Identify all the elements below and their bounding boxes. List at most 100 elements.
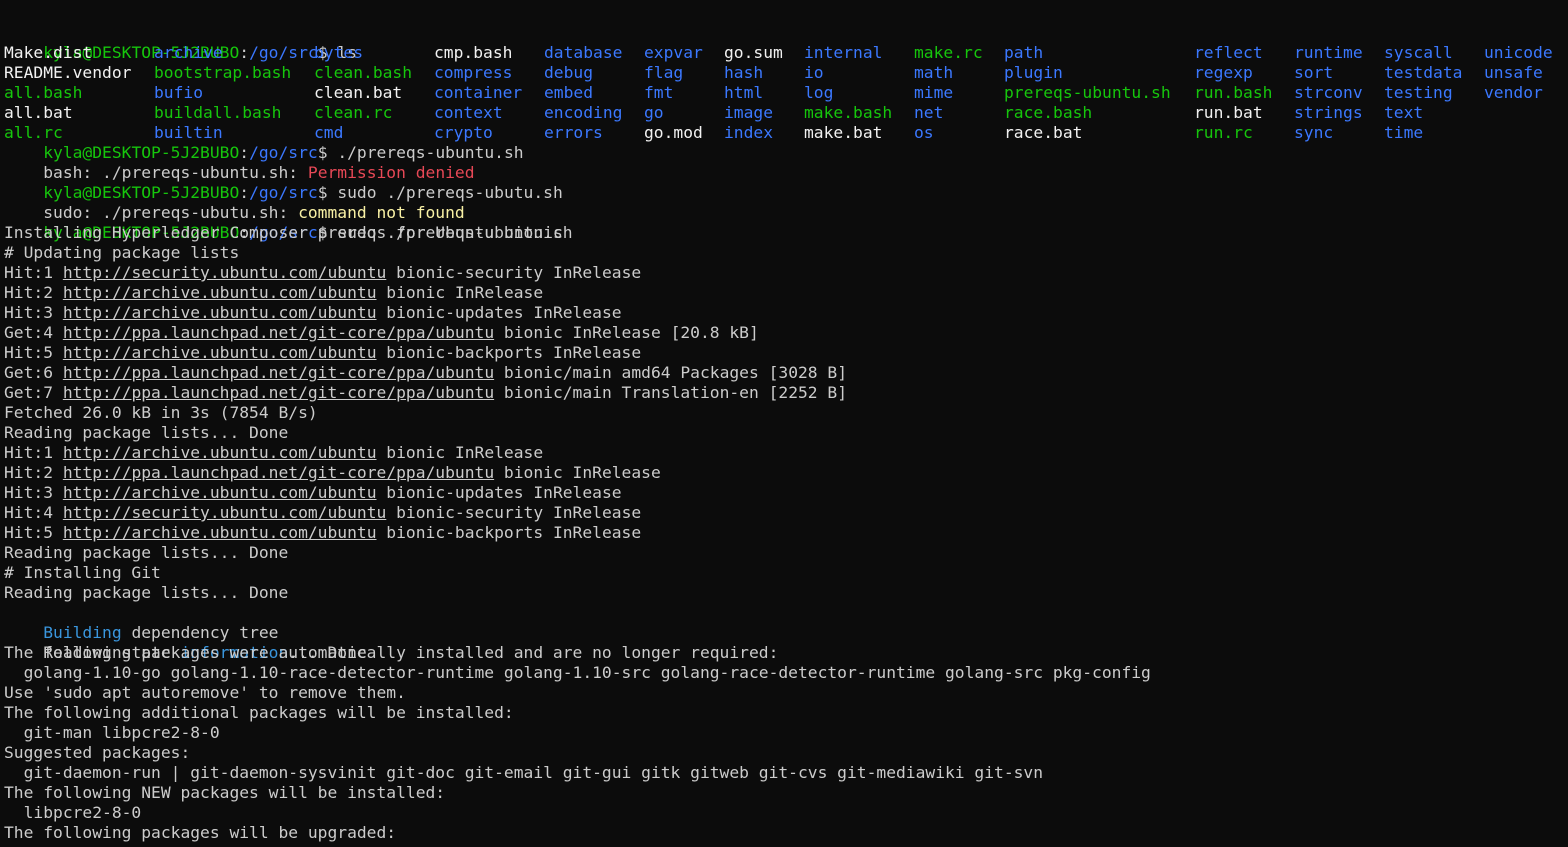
apt-status: Get:4: [4, 323, 63, 342]
ls-entry: prereqs-ubuntu.sh: [1004, 83, 1171, 102]
ls-entry: io: [804, 63, 824, 82]
ls-entry: testing: [1384, 83, 1453, 102]
apt-status: Hit:2: [4, 463, 63, 482]
ls-entry: cmp.bash: [434, 43, 513, 62]
ls-entry: reflect: [1194, 43, 1263, 62]
ls-entry: context: [434, 103, 503, 122]
apt-status: Get:7: [4, 383, 63, 402]
ls-entry: math: [914, 63, 954, 82]
apt-status: Hit:4: [4, 503, 63, 522]
ls-entry: embed: [544, 83, 594, 102]
repo-url-link[interactable]: http://archive.ubuntu.com/ubuntu: [63, 443, 377, 462]
repo-url-link[interactable]: http://archive.ubuntu.com/ubuntu: [63, 303, 377, 322]
repo-url-link[interactable]: http://ppa.launchpad.net/git-core/ppa/ub…: [63, 383, 494, 402]
output-line: The following packages will be upgraded:: [4, 823, 397, 842]
ls-entry: bootstrap.bash: [154, 63, 292, 82]
ls-entry: clean.bat: [314, 83, 403, 102]
ls-entry: syscall: [1384, 43, 1453, 62]
apt-detail: bionic InRelease: [376, 283, 544, 302]
prompt-line: kyla@DESKTOP-5J2BUBO:/go/src$ ./prereqs-…: [4, 123, 523, 162]
ls-entry: all.bat: [4, 103, 73, 122]
ls-entry: text: [1384, 103, 1424, 122]
apt-detail: bionic/main amd64 Packages [3028 B]: [494, 363, 848, 382]
output-line: Building dependency tree: [4, 603, 278, 642]
ls-entry: go.sum: [724, 43, 783, 62]
apt-line: Hit:1 http://security.ubuntu.com/ubuntu …: [4, 263, 641, 283]
ls-entry: go: [644, 103, 664, 122]
ls-entry: make.rc: [914, 43, 983, 62]
ls-entry: race.bash: [1004, 103, 1093, 122]
apt-detail: bionic InRelease [20.8 kB]: [494, 323, 759, 342]
ls-entry: encoding: [544, 103, 623, 122]
ls-entry: regexp: [1194, 63, 1253, 82]
prompt-line: kyla@DESKTOP-5J2BUBO:/go/src$ ls: [4, 23, 357, 62]
ls-entry: unsafe: [1484, 63, 1543, 82]
repo-url-link[interactable]: http://security.ubuntu.com/ubuntu: [63, 503, 386, 522]
ls-row: README.vendor bootstrap.bash clean.bash com…: [0, 63, 1568, 83]
ls-entry: run.bat: [1194, 103, 1263, 122]
ls-entry: runtime: [1294, 43, 1363, 62]
ls-entry: flag: [644, 63, 684, 82]
ls-entry: net: [914, 103, 944, 122]
output-line: # Installing Git: [4, 563, 161, 582]
output-line: Use 'sudo apt autoremove' to remove them…: [4, 683, 406, 702]
output-line: The following NEW packages will be insta…: [4, 783, 446, 802]
ls-entry: archive: [154, 43, 223, 62]
ls-entry: buildall.bash: [154, 103, 282, 122]
repo-url-link[interactable]: http://ppa.launchpad.net/git-core/ppa/ub…: [63, 323, 494, 342]
apt-line: Hit:1 http://archive.ubuntu.com/ubuntu b…: [4, 443, 543, 463]
ls-entry: make.bat: [804, 123, 883, 142]
repo-url-link[interactable]: http://archive.ubuntu.com/ubuntu: [63, 523, 377, 542]
ls-entry: database: [544, 43, 623, 62]
ls-entry: run.rc: [1194, 123, 1253, 142]
ls-entry: fmt: [644, 83, 674, 102]
prompt-line: kyla@DESKTOP-5J2BUBO:/go/src$ sudo ./pre…: [4, 203, 572, 242]
output-line: Suggested packages:: [4, 743, 191, 762]
apt-status: Hit:5: [4, 343, 63, 362]
repo-url-link[interactable]: http://archive.ubuntu.com/ubuntu: [63, 283, 377, 302]
apt-line: Hit:2 http://archive.ubuntu.com/ubuntu b…: [4, 283, 543, 303]
ls-entry: container: [434, 83, 523, 102]
apt-detail: bionic InRelease: [376, 443, 544, 462]
output-line: The following additional packages will b…: [4, 703, 514, 722]
ls-entry: unicode: [1484, 43, 1553, 62]
apt-status: Hit:3: [4, 483, 63, 502]
repo-url-link[interactable]: http://security.ubuntu.com/ubuntu: [63, 263, 386, 282]
apt-line: Hit:2 http://ppa.launchpad.net/git-core/…: [4, 463, 661, 483]
terminal-window[interactable]: kyla@DESKTOP-5J2BUBO:/go/src$ ls Make.di…: [0, 0, 1568, 847]
ls-entry: strings: [1294, 103, 1363, 122]
ls-entry: mime: [914, 83, 954, 102]
error-line: sudo: ./prereqs-ubutu.sh: command not fo…: [4, 183, 465, 222]
output-line: The following packages were automaticall…: [4, 643, 779, 662]
output-line: golang-1.10-go golang-1.10-race-detector…: [4, 663, 1151, 682]
ls-entry: path: [1004, 43, 1044, 62]
output-line: git-man libpcre2-8-0: [4, 723, 220, 742]
ls-entry: README.vendor: [4, 63, 132, 82]
output-line: Reading package lists... Done: [4, 583, 289, 602]
prompt-line: kyla@DESKTOP-5J2BUBO:/go/src$ sudo ./pre…: [4, 163, 563, 202]
ls-entry: Make.dist: [4, 43, 93, 62]
ls-entry: make.bash: [804, 103, 893, 122]
ls-entry: clean.rc: [314, 103, 393, 122]
ls-entry: hash: [724, 63, 764, 82]
repo-url-link[interactable]: http://ppa.launchpad.net/git-core/ppa/ub…: [63, 363, 494, 382]
output-line: git-daemon-run | git-daemon-sysvinit git…: [4, 763, 1044, 782]
ls-entry: image: [724, 103, 774, 122]
apt-detail: bionic InRelease: [494, 463, 661, 482]
repo-url-link[interactable]: http://archive.ubuntu.com/ubuntu: [63, 343, 377, 362]
ls-entry: bytes: [314, 43, 364, 62]
error-line: bash: ./prereqs-ubuntu.sh: Permission de…: [4, 143, 474, 182]
apt-status: Hit:3: [4, 303, 63, 322]
repo-url-link[interactable]: http://ppa.launchpad.net/git-core/ppa/ub…: [63, 463, 494, 482]
apt-status: Hit:2: [4, 283, 63, 302]
apt-line: Get:7 http://ppa.launchpad.net/git-core/…: [4, 383, 847, 403]
output-line: libpcre2-8-0: [4, 803, 142, 822]
output-line: Reading package lists... Done: [4, 543, 289, 562]
ls-entry: html: [724, 83, 764, 102]
apt-detail: bionic-security InRelease: [386, 263, 642, 282]
ls-entry: index: [724, 123, 774, 142]
repo-url-link[interactable]: http://archive.ubuntu.com/ubuntu: [63, 483, 377, 502]
ls-entry: testdata: [1384, 63, 1463, 82]
apt-line: Hit:3 http://archive.ubuntu.com/ubuntu b…: [4, 483, 622, 503]
apt-status: Hit:1: [4, 443, 63, 462]
